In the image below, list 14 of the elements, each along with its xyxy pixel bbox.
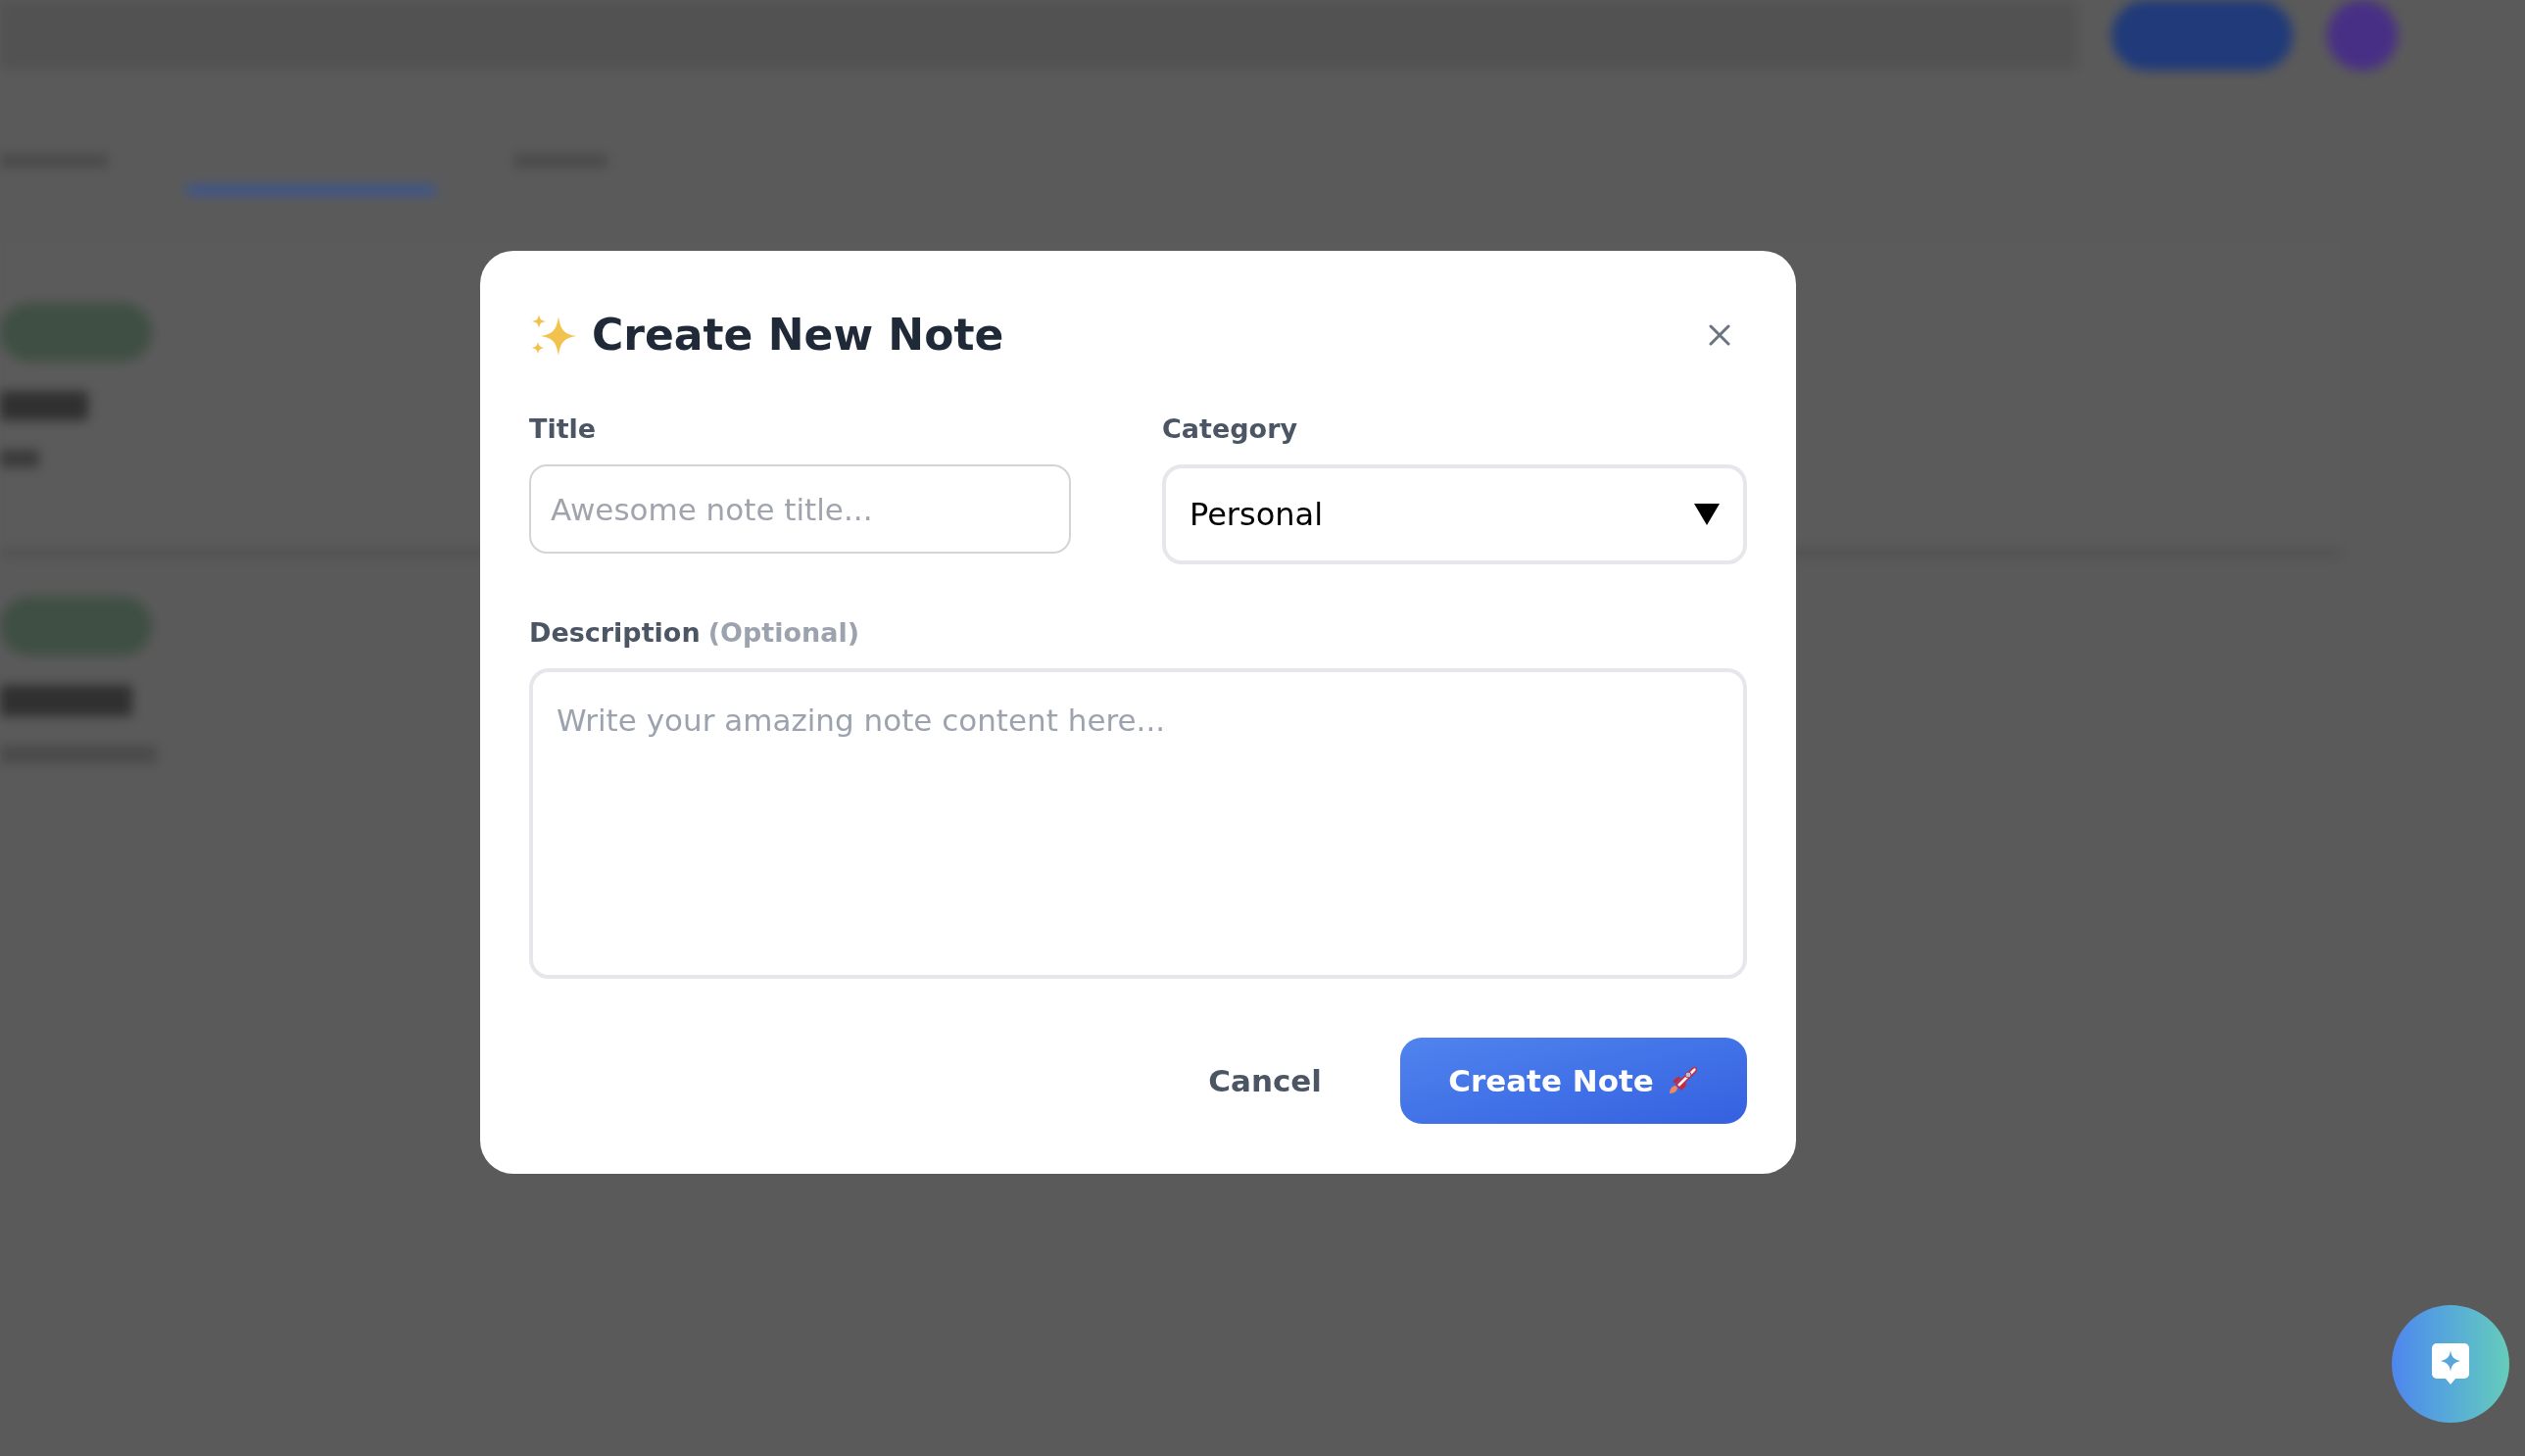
field-label: Description bbox=[529, 616, 701, 650]
text-blur bbox=[0, 450, 39, 467]
description-textarea[interactable]: Write your amazing note content here... bbox=[529, 668, 1747, 979]
title-input[interactable]: Awesome note title... bbox=[529, 464, 1071, 554]
optional-hint: (Optional) bbox=[707, 616, 859, 650]
dialog-title: Create New Note bbox=[592, 309, 1004, 362]
field-label: Category bbox=[1162, 413, 1298, 446]
close-icon bbox=[1709, 324, 1730, 346]
category-select[interactable]: Personal bbox=[1162, 464, 1747, 564]
avatar bbox=[2327, 0, 2398, 71]
create-note-button[interactable]: Create Note bbox=[1400, 1038, 1747, 1124]
caret-icon bbox=[1694, 504, 1720, 525]
sparkle-chat-icon bbox=[2432, 1343, 2469, 1384]
field-label: Title bbox=[529, 413, 597, 446]
